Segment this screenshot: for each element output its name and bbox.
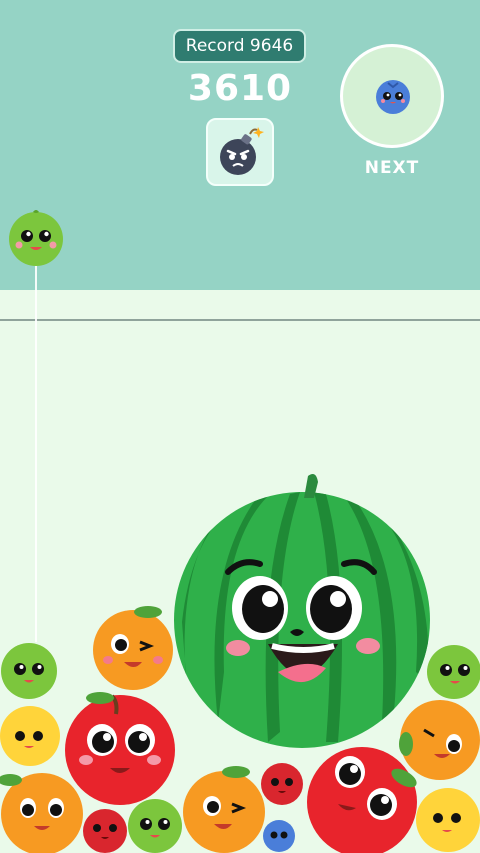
bomb-button[interactable] <box>206 118 274 186</box>
lemon-fruit <box>0 706 60 766</box>
blueberry-icon <box>376 80 410 114</box>
watermelon-fruit <box>174 474 430 748</box>
cherry-fruit <box>261 763 303 805</box>
lemon-fruit <box>416 788 480 852</box>
record-badge: Record 9646 <box>173 29 306 63</box>
current-fruit-lime[interactable] <box>7 207 65 267</box>
blueberry-fruit <box>263 820 295 852</box>
drop-guide-line <box>35 262 37 642</box>
next-label: NEXT <box>364 158 420 178</box>
orange-fruit <box>399 700 480 780</box>
lime-fruit <box>128 799 182 853</box>
orange-fruit <box>183 766 265 853</box>
cherry-fruit <box>83 809 127 853</box>
bomb-icon <box>220 127 264 175</box>
lime-fruit <box>1 643 57 699</box>
orange-fruit <box>93 606 173 690</box>
next-fruit-preview <box>340 44 444 148</box>
lime-fruit <box>427 645 480 699</box>
orange-fruit <box>0 773 83 853</box>
score-counter: 3610 <box>187 68 293 109</box>
deadline-line <box>0 319 480 321</box>
